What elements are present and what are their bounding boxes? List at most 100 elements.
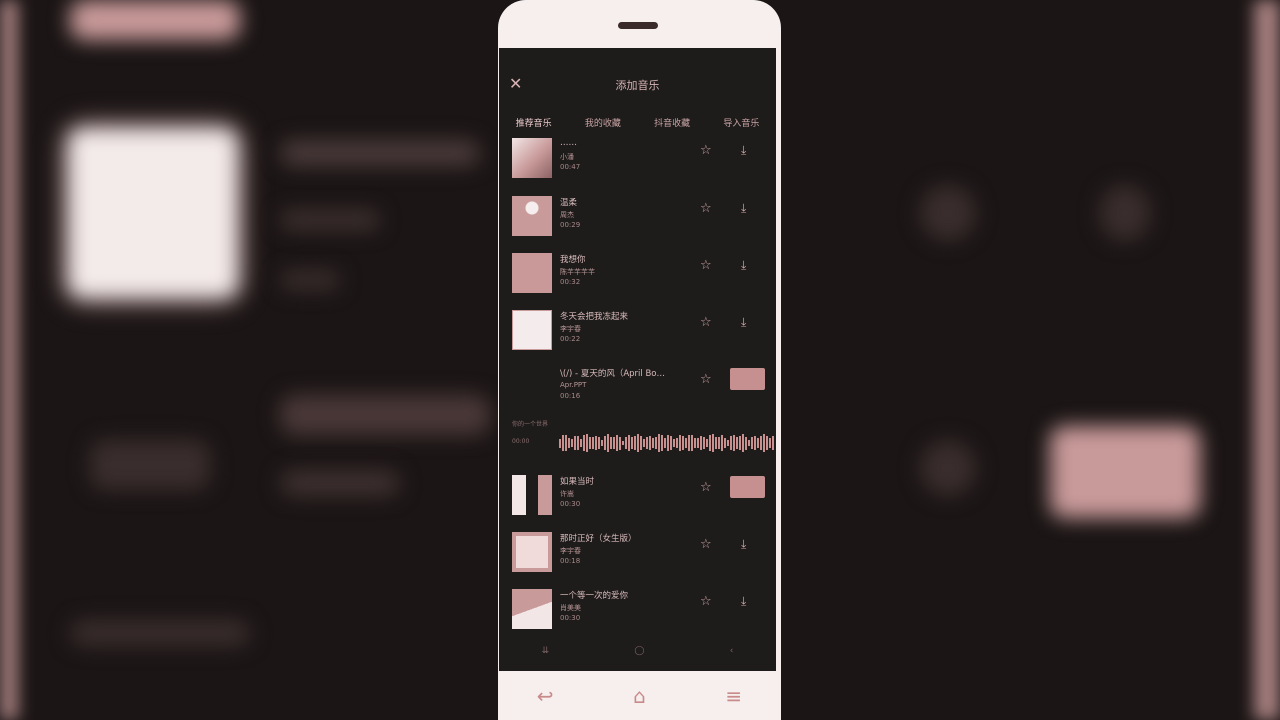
song-row-selected[interactable]: \(/) - 夏天的风（April Bo… Apr.PPT 00:16 ☆ <box>499 361 776 415</box>
waveform-bar <box>586 434 588 452</box>
album-thumbnail <box>512 532 552 572</box>
song-artist: 陈芊芊芊芊 <box>560 268 595 276</box>
waveform-bar <box>646 436 648 450</box>
background-blob <box>280 470 400 496</box>
background-blob <box>70 0 240 40</box>
song-row[interactable]: 温柔 周杰 00:29 ☆ ⤓ <box>499 190 776 244</box>
song-row[interactable]: 如果当时 许嵩 00:30 ☆ <box>499 469 776 523</box>
soft-home-icon[interactable]: ◯ <box>634 646 644 662</box>
waveform-bar <box>739 436 741 450</box>
favorite-star-icon[interactable]: ☆ <box>700 143 712 158</box>
waveform-bar <box>697 437 699 449</box>
home-icon[interactable]: ⌂ <box>619 684 659 708</box>
background-blob <box>1100 185 1150 241</box>
song-title: …… <box>560 138 577 148</box>
waveform-bar <box>745 436 747 450</box>
background-blob <box>920 440 976 496</box>
waveform-bar <box>661 435 663 451</box>
song-duration: 00:16 <box>560 392 581 400</box>
song-artist: 周杰 <box>560 211 574 219</box>
waveform-bar <box>706 438 708 448</box>
waveform-bar <box>748 439 750 447</box>
use-music-button[interactable] <box>730 476 765 498</box>
waveform-bar <box>610 436 612 450</box>
download-icon[interactable]: ⤓ <box>741 594 746 609</box>
waveform-bar <box>589 437 591 449</box>
song-duration: 00:47 <box>560 163 581 171</box>
song-row[interactable]: …… 小潘 00:47 ☆ ⤓ <box>499 132 776 186</box>
waveform-bar <box>571 438 573 448</box>
waveform-bar <box>682 435 684 451</box>
song-title: 如果当时 <box>560 477 595 487</box>
waveform-bar <box>700 436 702 450</box>
favorite-star-icon[interactable]: ☆ <box>700 537 712 552</box>
background-blob <box>70 620 250 646</box>
song-row[interactable]: 一个等一次的爱你 肖美美 00:30 ☆ ⤓ <box>499 583 776 637</box>
waveform-bar <box>751 436 753 450</box>
waveform-bar <box>766 435 768 451</box>
background-edge-right <box>1254 0 1280 720</box>
song-duration: 00:29 <box>560 221 581 229</box>
song-row[interactable]: 我想你 陈芊芊芊芊 00:32 ☆ ⤓ <box>499 247 776 301</box>
back-arrow-icon[interactable]: ↩ <box>525 684 565 708</box>
song-title: 温柔 <box>560 198 578 208</box>
waveform-bar <box>763 434 765 452</box>
waveform-bar <box>658 434 660 452</box>
soft-menu-icon[interactable]: ⇊ <box>542 646 550 662</box>
album-thumbnail <box>512 253 552 293</box>
favorite-star-icon[interactable]: ☆ <box>700 315 712 330</box>
download-icon[interactable]: ⤓ <box>741 143 746 158</box>
waveform-bar <box>712 434 714 452</box>
background-album-art <box>68 128 238 298</box>
download-icon[interactable]: ⤓ <box>741 537 746 552</box>
album-thumbnail <box>512 138 552 178</box>
waveform-bar <box>583 434 585 452</box>
download-icon[interactable]: ⤓ <box>741 315 746 330</box>
song-duration: 00:32 <box>560 278 581 286</box>
waveform-bar <box>673 439 675 447</box>
waveform-bar <box>640 435 642 451</box>
top-bar: ✕ 添加音乐 <box>499 48 776 120</box>
waveform-bar <box>655 436 657 450</box>
waveform-bar <box>769 438 771 448</box>
waveform-time: 00:00 <box>512 438 530 445</box>
favorite-star-icon[interactable]: ☆ <box>700 372 712 387</box>
song-artist: Apr.PPT <box>560 381 587 389</box>
waveform-bar <box>619 436 621 450</box>
waveform-bar <box>625 436 627 450</box>
favorite-star-icon[interactable]: ☆ <box>700 201 712 216</box>
waveform-bar <box>592 437 594 449</box>
song-artist: 李宇春 <box>560 547 581 555</box>
audio-waveform-trimmer[interactable] <box>559 432 776 454</box>
waveform-bar <box>622 440 624 446</box>
background-blob <box>920 185 976 241</box>
waveform-bar <box>664 438 666 448</box>
favorite-star-icon[interactable]: ☆ <box>700 480 712 495</box>
download-icon[interactable]: ⤓ <box>741 201 746 216</box>
download-icon[interactable]: ⤓ <box>741 258 746 273</box>
favorite-star-icon[interactable]: ☆ <box>700 258 712 273</box>
waveform-bar <box>613 436 615 450</box>
song-row[interactable]: 那时正好（女生版） 李宇春 00:18 ☆ ⤓ <box>499 526 776 580</box>
waveform-bar <box>628 435 630 451</box>
waveform-bar <box>676 437 678 449</box>
menu-icon[interactable]: ≡ <box>714 684 754 708</box>
waveform-bar <box>742 434 744 452</box>
waveform-bar <box>757 437 759 449</box>
song-row[interactable]: 冬天会把我冻起来 李宇春 00:22 ☆ ⤓ <box>499 304 776 358</box>
waveform-label: 你的一个世界 <box>512 421 549 428</box>
waveform-bar <box>652 438 654 448</box>
waveform-bar <box>685 438 687 448</box>
background-blob <box>90 440 210 490</box>
use-music-button[interactable] <box>730 368 765 390</box>
song-duration: 00:22 <box>560 335 581 343</box>
soft-back-icon[interactable]: ‹ <box>730 646 734 662</box>
song-artist: 肖美美 <box>560 604 581 612</box>
waveform-bar <box>565 434 567 452</box>
background-blob <box>280 210 380 230</box>
background-blob <box>280 140 480 166</box>
background-blob <box>1050 426 1200 518</box>
background-blob <box>280 270 340 290</box>
favorite-star-icon[interactable]: ☆ <box>700 594 712 609</box>
waveform-bar <box>649 436 651 450</box>
